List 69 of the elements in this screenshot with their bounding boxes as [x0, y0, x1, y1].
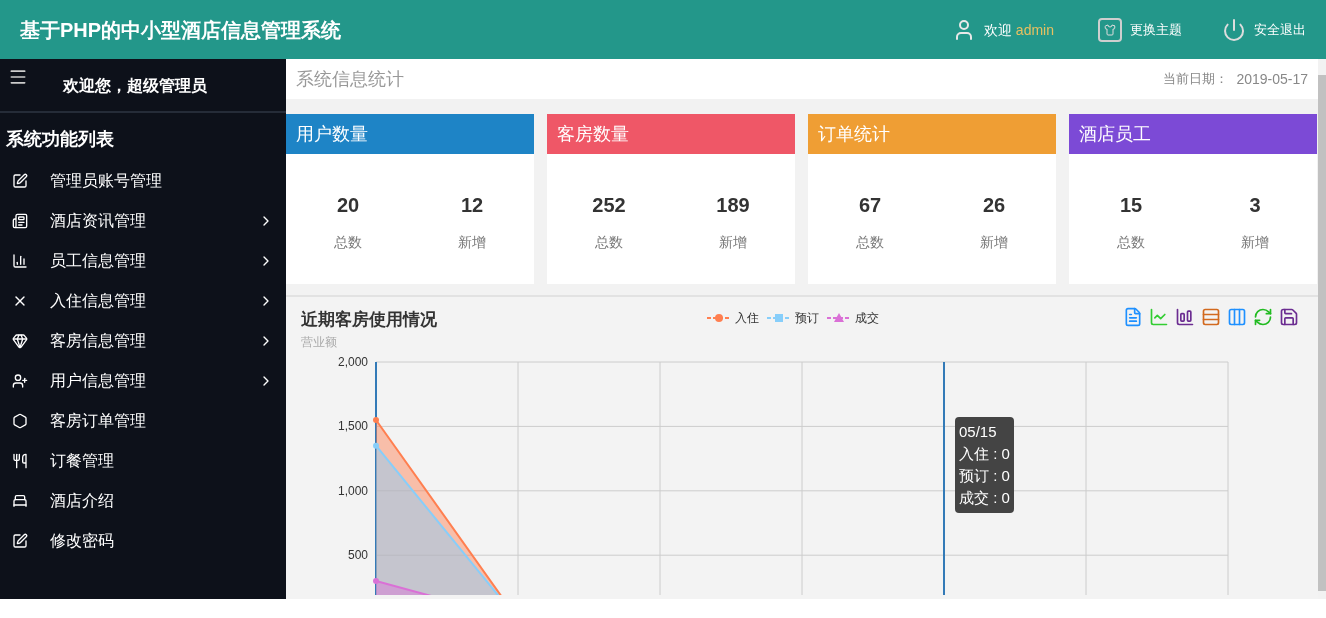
- stat-label: 新增: [458, 233, 486, 252]
- change-theme-button[interactable]: 更换主题: [1098, 17, 1182, 42]
- stat-label: 总数: [334, 233, 362, 252]
- sidebar-menu-item[interactable]: 管理员账号管理: [0, 161, 286, 201]
- y-axis-title: 营业额: [301, 333, 338, 351]
- legend-item[interactable]: 入住: [707, 309, 759, 327]
- legend-item[interactable]: 成交: [827, 309, 879, 327]
- sidebar-menu-item[interactable]: 用户信息管理: [0, 361, 286, 401]
- sidebar-menu-item[interactable]: 入住信息管理: [0, 281, 286, 321]
- y-axis-label: 2,000: [337, 354, 368, 369]
- sidebar-menu-item[interactable]: 酒店资讯管理: [0, 201, 286, 241]
- fork-knife-icon: [12, 453, 28, 469]
- date-label: 当前日期：: [1163, 70, 1229, 89]
- welcome-text: 欢迎: [983, 20, 1012, 40]
- stat-label: 总数: [595, 233, 623, 252]
- card-header: 用户数量: [286, 114, 534, 154]
- app-title: 基于PHP的中小型酒店信息管理系统: [20, 17, 342, 43]
- greeting-text: 欢迎您，超级管理员: [63, 76, 207, 96]
- y-axis-label: 500: [347, 547, 368, 562]
- save-icon[interactable]: [1279, 307, 1299, 327]
- user-plus-icon: [12, 373, 28, 389]
- bar-chart-icon: [12, 253, 28, 269]
- sidebar-menu-item[interactable]: 客房订单管理: [0, 401, 286, 441]
- scrollbar[interactable]: [1318, 75, 1326, 591]
- stat-number: 189: [716, 193, 750, 218]
- data-view-icon[interactable]: [1123, 307, 1143, 327]
- y-axis-label: 1,000: [337, 483, 368, 498]
- card-header: 客房数量: [547, 114, 795, 154]
- tiled-icon[interactable]: [1227, 307, 1247, 327]
- page-title: 系统信息统计: [296, 67, 404, 91]
- refresh-icon[interactable]: [1253, 307, 1273, 327]
- shirt-icon: [1098, 17, 1122, 42]
- sidebar-heading: 系统功能列表: [5, 128, 115, 151]
- stat-label: 总数: [856, 233, 884, 252]
- date-value: 2019-05-17: [1236, 69, 1308, 89]
- stat-label: 总数: [1117, 233, 1145, 252]
- sidebar-menu-item[interactable]: 修改密码: [0, 521, 286, 561]
- edit-icon: [12, 173, 28, 189]
- bar-chart-icon[interactable]: [1175, 307, 1195, 327]
- stat-label: 新增: [1241, 233, 1269, 252]
- legend-item[interactable]: 预订: [767, 309, 819, 327]
- stat-number: 12: [460, 193, 484, 218]
- sidebar-menu-item[interactable]: 订餐管理: [0, 441, 286, 481]
- stat-number: 26: [982, 193, 1006, 218]
- menu-icon[interactable]: [8, 67, 28, 87]
- sidebar-menu-item[interactable]: 客房信息管理: [0, 321, 286, 361]
- sidebar-menu-item[interactable]: 酒店介绍: [0, 481, 286, 521]
- logout-button[interactable]: 安全退出: [1222, 17, 1306, 42]
- hexagon-icon: [12, 413, 28, 429]
- stat-number: 3: [1249, 193, 1261, 218]
- stat-number: 252: [592, 193, 626, 218]
- stat-label: 新增: [980, 233, 1008, 252]
- stat-number: 20: [336, 193, 360, 218]
- card-header: 订单统计: [808, 114, 1056, 154]
- bed-icon: [12, 493, 28, 509]
- chart-tooltip: 05/15 入住 : 0 预订 : 0 成交 : 0: [955, 417, 1014, 513]
- diamond-icon: [12, 333, 28, 349]
- newspaper-icon: [12, 213, 28, 229]
- stack-icon[interactable]: [1201, 307, 1221, 327]
- stat-label: 新增: [719, 233, 747, 252]
- stat-number: 15: [1119, 193, 1143, 218]
- chart-title: 近期客房使用情况: [301, 309, 437, 331]
- power-icon: [1222, 17, 1246, 42]
- line-chart-icon[interactable]: [1149, 307, 1169, 327]
- sidebar-menu-item[interactable]: 员工信息管理: [0, 241, 286, 281]
- card-header: 酒店员工: [1069, 114, 1317, 154]
- stat-number: 67: [858, 193, 882, 218]
- y-axis-label: 1,500: [337, 418, 368, 433]
- edit-icon: [12, 533, 28, 549]
